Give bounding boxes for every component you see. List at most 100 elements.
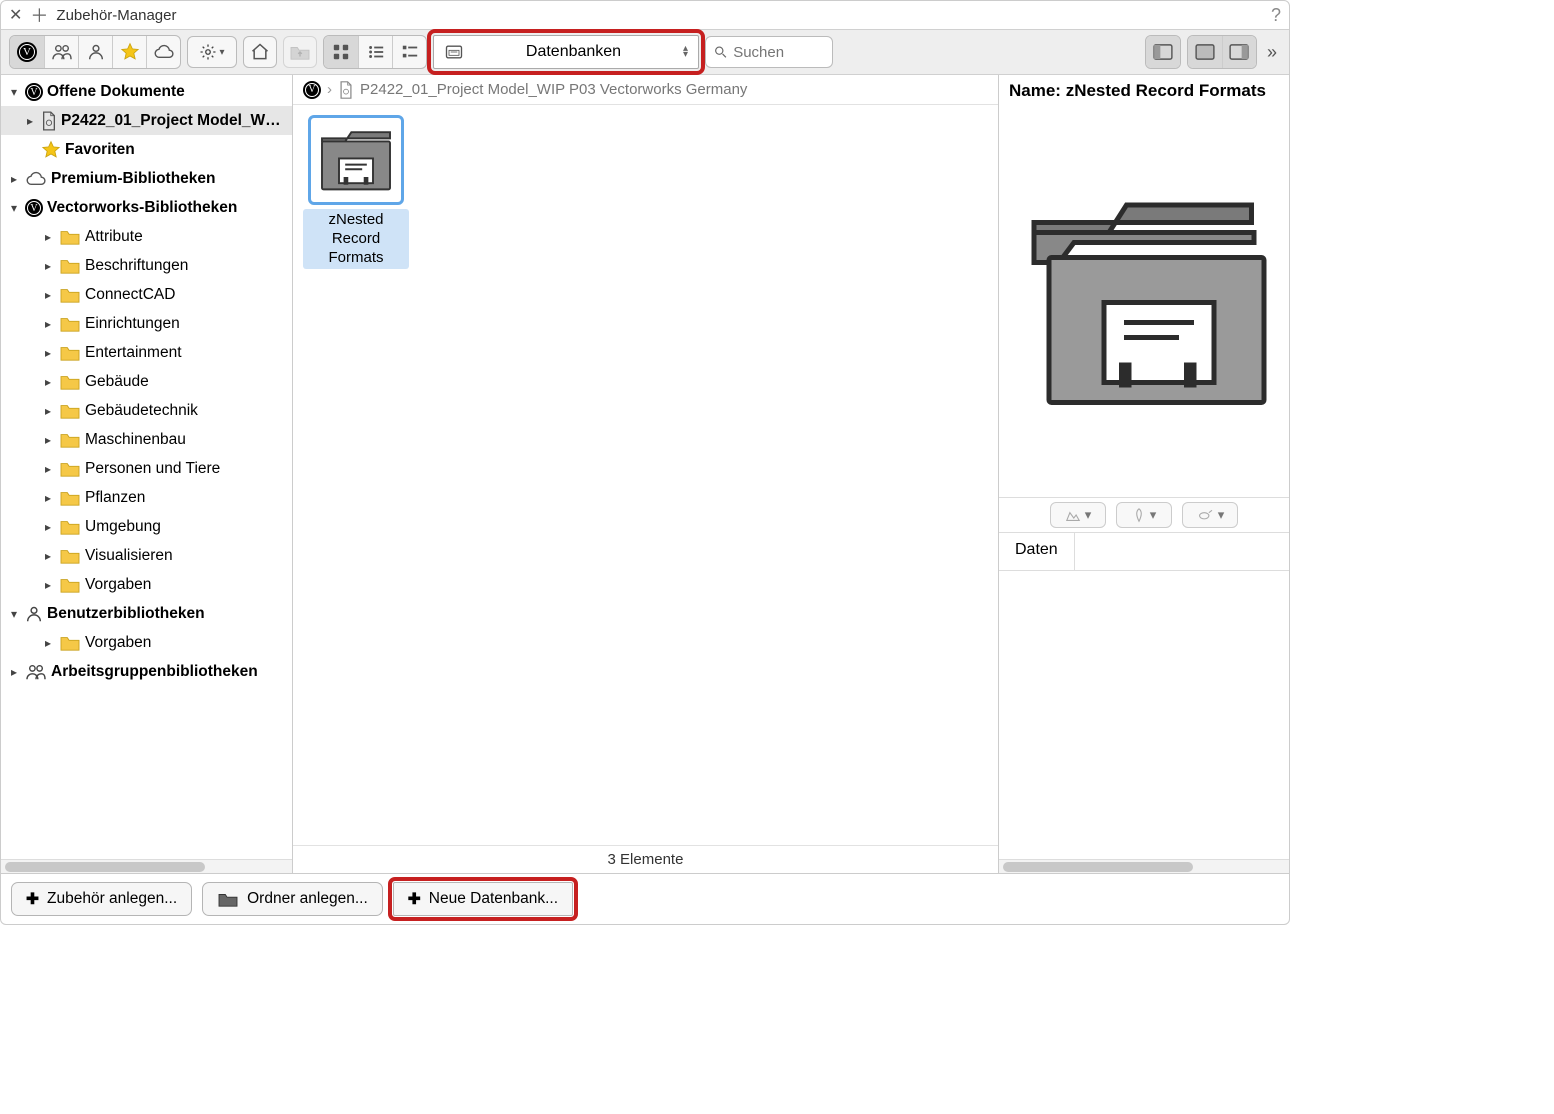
favorites-button[interactable]: [112, 36, 146, 68]
tree-item[interactable]: ▸ConnectCAD: [1, 280, 292, 309]
tree-item[interactable]: ▸Einrichtungen: [1, 309, 292, 338]
tree-item[interactable]: ▸Pflanzen: [1, 483, 292, 512]
create-resource-button[interactable]: ✚ Zubehör anlegen...: [11, 882, 192, 916]
preview-scrollbar[interactable]: [999, 859, 1289, 873]
thumbnail-grid[interactable]: zNested Record Formats: [293, 105, 998, 845]
tree-item-label: Gebäudetechnik: [85, 402, 198, 420]
folder-up-button[interactable]: [283, 36, 317, 68]
tree-item[interactable]: ▾VOffene Dokumente: [1, 77, 292, 106]
cloud-library-button[interactable]: [146, 36, 180, 68]
tree-item[interactable]: ▸Attribute: [1, 222, 292, 251]
tree-item-label: Gebäude: [85, 373, 149, 391]
tree-item-label: Maschinenbau: [85, 431, 186, 449]
tree-item[interactable]: ▸Personen und Tiere: [1, 454, 292, 483]
sidebar-scrollbar[interactable]: [1, 859, 292, 873]
create-database-button[interactable]: ✚ Neue Datenbank...: [393, 882, 573, 916]
user-library-button[interactable]: [78, 36, 112, 68]
tree-item-label: Vectorworks-Bibliotheken: [47, 199, 237, 217]
preview-title: Name: zNested Record Formats: [999, 75, 1289, 107]
database-icon: [444, 43, 464, 61]
toolbar: V ▾: [1, 29, 1289, 75]
preview-toolbar: ▾ ▾ ▾: [999, 497, 1289, 533]
tree-item[interactable]: ▸Umgebung: [1, 512, 292, 541]
render-mode-3[interactable]: ▾: [1182, 502, 1238, 528]
plus-icon: ✚: [26, 890, 39, 909]
resource-item[interactable]: zNested Record Formats: [303, 115, 409, 835]
tree-item[interactable]: ▸Gebäude: [1, 367, 292, 396]
breadcrumb-doc: P2422_01_Project Model_WIP P03 Vectorwor…: [360, 81, 747, 98]
tree-item[interactable]: ▸Favoriten: [1, 135, 292, 164]
vw-icon: V: [303, 81, 321, 99]
create-folder-button[interactable]: Ordner anlegen...: [202, 882, 383, 916]
folder-icon: [59, 518, 81, 536]
search-input[interactable]: [733, 44, 824, 61]
render-mode-2[interactable]: ▾: [1116, 502, 1172, 528]
folder-icon: [59, 460, 81, 478]
tree-item[interactable]: ▸Maschinenbau: [1, 425, 292, 454]
doc-icon: [41, 111, 57, 131]
tree-item[interactable]: ▸Premium-Bibliotheken: [1, 164, 292, 193]
navigation-tree[interactable]: ▾VOffene Dokumente▸P2422_01_Project Mode…: [1, 75, 292, 859]
tree-item[interactable]: ▸Vorgaben: [1, 628, 292, 657]
panel-left-button[interactable]: [1146, 36, 1180, 68]
resource-thumbnail: [308, 115, 404, 205]
tree-item[interactable]: ▸Arbeitsgruppenbibliotheken: [1, 657, 292, 686]
tree-item-label: Benutzerbibliotheken: [47, 605, 205, 623]
folder-icon: [59, 634, 81, 652]
panel-full-button[interactable]: [1188, 36, 1222, 68]
tree-item-label: Pflanzen: [85, 489, 145, 507]
folder-icon: [59, 344, 81, 362]
tree-item[interactable]: ▸Visualisieren: [1, 541, 292, 570]
bottom-toolbar: ✚ Zubehör anlegen... Ordner anlegen... ✚…: [1, 874, 1289, 924]
tree-item-label: Premium-Bibliotheken: [51, 170, 216, 188]
tree-item-label: ConnectCAD: [85, 286, 175, 304]
tree-item-label: Umgebung: [85, 518, 161, 536]
tree-item[interactable]: ▸Beschriftungen: [1, 251, 292, 280]
star-icon: [41, 140, 61, 160]
tree-item-label: Beschriftungen: [85, 257, 188, 275]
cloud-icon: [25, 171, 47, 187]
tree-item[interactable]: ▸Entertainment: [1, 338, 292, 367]
vw-icon: V: [25, 82, 43, 102]
preview-tabs: Daten: [999, 533, 1289, 571]
panel-toggle-1: [1145, 35, 1181, 69]
list-view-button[interactable]: [358, 36, 392, 68]
panel-right-button[interactable]: [1222, 36, 1256, 68]
tab-data[interactable]: Daten: [999, 533, 1075, 570]
grid-view-button[interactable]: [324, 36, 358, 68]
folder-icon: [59, 431, 81, 449]
document-icon: [338, 81, 354, 99]
workgroup-button[interactable]: [44, 36, 78, 68]
tree-item[interactable]: ▸P2422_01_Project Model_W…: [1, 106, 292, 135]
add-tab-icon[interactable]: ＋: [30, 2, 48, 28]
breadcrumb[interactable]: V › P2422_01_Project Model_WIP P03 Vecto…: [293, 75, 998, 105]
help-icon[interactable]: ?: [1271, 5, 1281, 26]
folder-icon: [59, 257, 81, 275]
tree-item-label: Personen und Tiere: [85, 460, 220, 478]
tree-item-label: Entertainment: [85, 344, 182, 362]
tree-item[interactable]: ▸Gebäudetechnik: [1, 396, 292, 425]
search-icon: [714, 44, 727, 60]
tree-item-label: Favoriten: [65, 141, 135, 159]
resource-type-filter[interactable]: Datenbanken ▴▾: [433, 35, 699, 69]
home-button[interactable]: [243, 36, 277, 68]
search-box[interactable]: [705, 36, 833, 68]
preview-image: [999, 107, 1289, 497]
toolbar-overflow-icon[interactable]: »: [1263, 42, 1281, 63]
tree-item-label: Visualisieren: [85, 547, 173, 565]
thumb-list-view-button[interactable]: [392, 36, 426, 68]
titlebar: ✕ ＋ Zubehör-Manager ?: [1, 1, 1289, 29]
element-count: 3 Elemente: [608, 851, 684, 868]
settings-button[interactable]: ▾: [187, 36, 237, 68]
tree-item-label: Einrichtungen: [85, 315, 180, 333]
tree-item[interactable]: ▸Vorgaben: [1, 570, 292, 599]
window-title: Zubehör-Manager: [56, 7, 1263, 24]
tree-item[interactable]: ▾VVectorworks-Bibliotheken: [1, 193, 292, 222]
tree-item[interactable]: ▾Benutzerbibliotheken: [1, 599, 292, 628]
open-docs-button[interactable]: V: [10, 36, 44, 68]
view-mode-group: [323, 35, 427, 69]
close-icon[interactable]: ✕: [9, 5, 22, 25]
render-mode-1[interactable]: ▾: [1050, 502, 1106, 528]
folder-icon: [59, 402, 81, 420]
preview-body: [999, 571, 1289, 859]
